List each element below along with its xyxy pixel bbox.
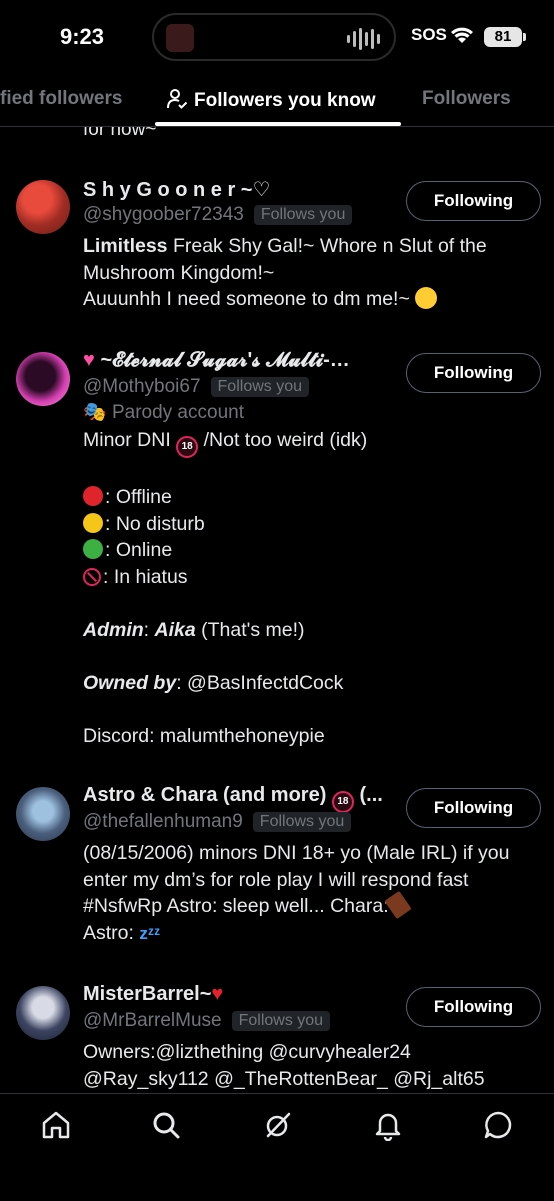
following-button[interactable]: Following bbox=[406, 987, 541, 1027]
display-name: S h y G o o n e r ~♡ bbox=[83, 179, 271, 201]
followers-tabs: fied followers Followers you know Follow… bbox=[0, 76, 554, 127]
bio: Limitless Freak Shy Gal!~ Whore n Slut o… bbox=[83, 233, 543, 313]
theater-masks-icon: 🎭 bbox=[83, 402, 107, 423]
handle-row: @MrBarrelMuse Follows you bbox=[83, 1010, 331, 1032]
bio-text: @Ray_sky112 @_TheRottenBear_ @Rj_alt65 bbox=[83, 1067, 485, 1090]
handle: @shygoober72343 bbox=[83, 204, 244, 225]
bio: Owners:@lizthething @curvyhealer24 @Ray_… bbox=[83, 1039, 543, 1092]
bio-bold-italic: Admin bbox=[83, 618, 144, 641]
following-button[interactable]: Following bbox=[406, 353, 541, 393]
display-name-text: MisterBarrel~ bbox=[83, 983, 212, 1005]
bio-text: : @BasInfectdCock bbox=[176, 671, 344, 694]
bio-bold-italic: Aika bbox=[154, 618, 196, 641]
yellow-circle-icon bbox=[83, 512, 103, 533]
display-name: ♥ ~𝓔𝓽𝓮𝓻𝓷𝓪𝓵 𝓢𝓾𝓰𝓪𝓻'𝓼 𝓜𝓾𝓵𝓽𝓲-… bbox=[83, 349, 350, 372]
bio: (08/15/2006) minors DNI 18+ yo (Male IRL… bbox=[83, 840, 543, 947]
display-name-text: (... bbox=[353, 784, 383, 806]
red-heart-icon: ♥ bbox=[211, 983, 224, 1005]
clock: 9:23 bbox=[60, 24, 105, 49]
now-playing-artwork bbox=[166, 24, 194, 52]
follows-you-badge: Follows you bbox=[252, 812, 352, 832]
display-name-text: ~𝓔𝓽𝓮𝓻𝓷𝓪𝓵 𝓢𝓾𝓰𝓪𝓻'𝓼 𝓜𝓾𝓵𝓽𝓲-… bbox=[100, 349, 350, 371]
avatar[interactable] bbox=[16, 180, 70, 234]
following-button[interactable]: Following bbox=[406, 181, 541, 221]
notifications-icon[interactable] bbox=[372, 1109, 404, 1141]
handle-row: @Mothyboi67 Follows you bbox=[83, 376, 310, 398]
audio-waveform-icon bbox=[347, 27, 380, 51]
follows-you-badge: Follows you bbox=[210, 377, 310, 397]
pink-heart-icon: ♥ bbox=[83, 349, 95, 371]
bio-text: : No disturb bbox=[105, 512, 205, 535]
bio-text: /Not too weird (idk) bbox=[198, 428, 368, 451]
no-under-18-icon: 18 bbox=[331, 791, 354, 813]
grok-icon[interactable] bbox=[262, 1109, 294, 1141]
handle: @thefallenhuman9 bbox=[83, 811, 243, 832]
bio-bold: Limitless bbox=[83, 235, 168, 257]
tab-verified-followers[interactable]: fied followers bbox=[0, 88, 122, 110]
bio-text: (08/15/2006) minors DNI 18+ yo (Male IRL… bbox=[83, 842, 510, 864]
display-name: MisterBarrel~♥ bbox=[83, 983, 223, 1006]
home-icon[interactable] bbox=[40, 1109, 72, 1141]
bio-text: Freak Shy Gal!~ Whore n Slut of the bbox=[167, 235, 487, 257]
display-name-text: Astro & Chara (and more) bbox=[83, 784, 327, 806]
wifi-icon bbox=[451, 27, 473, 43]
zzz-emoji-icon: zᶻᶻ bbox=[139, 923, 161, 943]
handle-row: @shygoober72343 Follows you bbox=[83, 204, 353, 226]
bio-text: (That's me!) bbox=[195, 618, 305, 641]
active-tab-indicator bbox=[155, 122, 401, 126]
avatar[interactable] bbox=[16, 787, 70, 841]
parody-label: 🎭 Parody account bbox=[83, 400, 543, 427]
bio-text: Discord: malumthehoneypie bbox=[83, 724, 325, 747]
bio-text: Mushroom Kingdom!~ bbox=[83, 261, 275, 284]
tab-followers-you-know[interactable]: Followers you know bbox=[166, 88, 376, 112]
prohibited-icon bbox=[83, 567, 101, 586]
dynamic-island[interactable] bbox=[152, 13, 396, 61]
follows-you-badge: Follows you bbox=[253, 205, 353, 225]
handle: @MrBarrelMuse bbox=[83, 1010, 222, 1031]
previous-bio-cutoff: for now~ bbox=[83, 127, 157, 140]
avatar[interactable] bbox=[16, 986, 70, 1040]
bio-text: Astro: bbox=[83, 921, 140, 944]
bio-text: #NsfwRp Astro: sleep well... Chara: bbox=[83, 895, 389, 917]
tired-face-emoji-icon bbox=[415, 287, 438, 309]
bio: 🎭 Parody account Minor DNI 18 /Not too w… bbox=[83, 400, 543, 749]
bio-text: Auuunhh I need someone to dm me!~ bbox=[83, 288, 410, 310]
avatar[interactable] bbox=[16, 352, 70, 406]
follows-you-badge: Follows you bbox=[231, 1011, 331, 1031]
parody-text: Parody account bbox=[111, 402, 244, 423]
status-bar: 9:23 SOS 81 bbox=[0, 0, 554, 76]
user-list[interactable]: for now~ S h y G o o n e r ~♡ @shygoober… bbox=[0, 127, 554, 1093]
following-button[interactable]: Following bbox=[406, 788, 541, 828]
display-name: Astro & Chara (and more) 18 (... bbox=[83, 784, 383, 813]
bio-text: : Offline bbox=[105, 486, 172, 508]
bio-bold-italic: Owned by bbox=[83, 671, 177, 694]
red-circle-icon bbox=[83, 486, 103, 506]
bio-text: : Online bbox=[105, 539, 173, 561]
bio-text: : In hiatus bbox=[103, 565, 188, 588]
messages-icon[interactable] bbox=[482, 1109, 514, 1141]
bottom-navigation bbox=[0, 1093, 554, 1201]
handle: @Mothyboi67 bbox=[83, 376, 201, 397]
bio-text: Owners:@lizthething @curvyhealer24 bbox=[83, 1041, 411, 1063]
tab-followers[interactable]: Followers bbox=[422, 88, 511, 110]
handle-row: @thefallenhuman9 Follows you bbox=[83, 811, 352, 833]
bio-text: enter my dm’s for role play I will respo… bbox=[83, 868, 469, 891]
bio-text: Minor DNI bbox=[83, 428, 177, 451]
battery-indicator: 81 bbox=[484, 27, 522, 47]
search-icon[interactable] bbox=[150, 1109, 182, 1141]
tab-label: Followers you know bbox=[194, 90, 376, 111]
green-circle-icon bbox=[83, 539, 103, 559]
sos-indicator: SOS bbox=[411, 25, 447, 44]
battery-nub bbox=[523, 33, 526, 41]
person-check-icon bbox=[167, 89, 188, 109]
no-under-18-icon: 18 bbox=[176, 435, 199, 458]
